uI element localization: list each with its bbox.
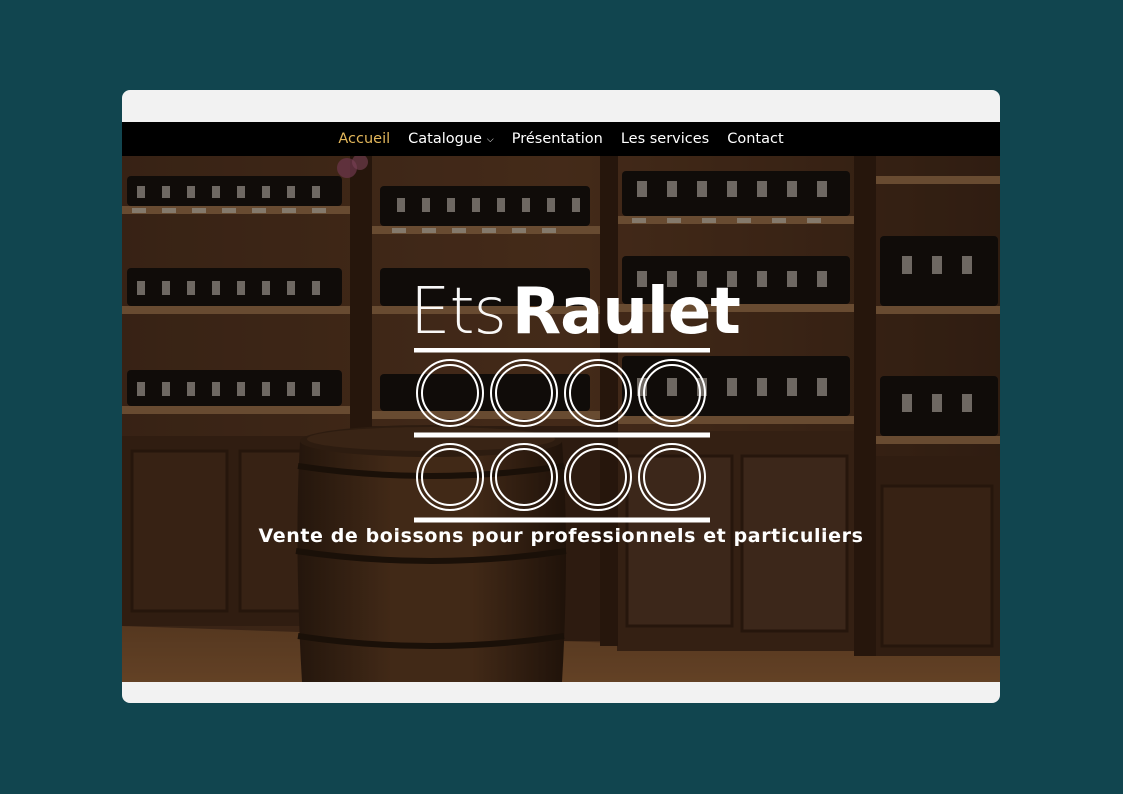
hero-tagline: Vente de boissons pour professionnels et… (258, 525, 864, 547)
browser-window: Accueil Catalogue ⌵ Présentation Les ser… (122, 90, 1000, 703)
logo-wordmark-light: Ets (410, 275, 507, 349)
chevron-down-icon: ⌵ (486, 135, 494, 145)
nav-item-services[interactable]: Les services (621, 131, 709, 147)
logo-wordmark-bold: Raulet (511, 275, 741, 349)
nav-item-label: Les services (620, 131, 710, 147)
nav-item-catalogue[interactable]: Catalogue ⌵ (408, 131, 494, 147)
hero-banner: EtsRaulet Vente de boissons pour profess… (122, 156, 1000, 682)
nav-item-presentation[interactable]: Présentation (512, 131, 603, 147)
nav-item-label: Accueil (338, 131, 391, 147)
eight-rings-barrel-icon (414, 348, 710, 523)
main-navigation: Accueil Catalogue ⌵ Présentation Les ser… (122, 122, 1000, 156)
nav-item-contact[interactable]: Contact (727, 131, 783, 147)
nav-item-label: Présentation (511, 131, 603, 147)
nav-item-label: Catalogue (408, 131, 482, 147)
logo-wordmark: EtsRaulet (410, 280, 741, 344)
nav-item-label: Contact (727, 131, 784, 147)
nav-item-accueil[interactable]: Accueil (338, 131, 390, 147)
